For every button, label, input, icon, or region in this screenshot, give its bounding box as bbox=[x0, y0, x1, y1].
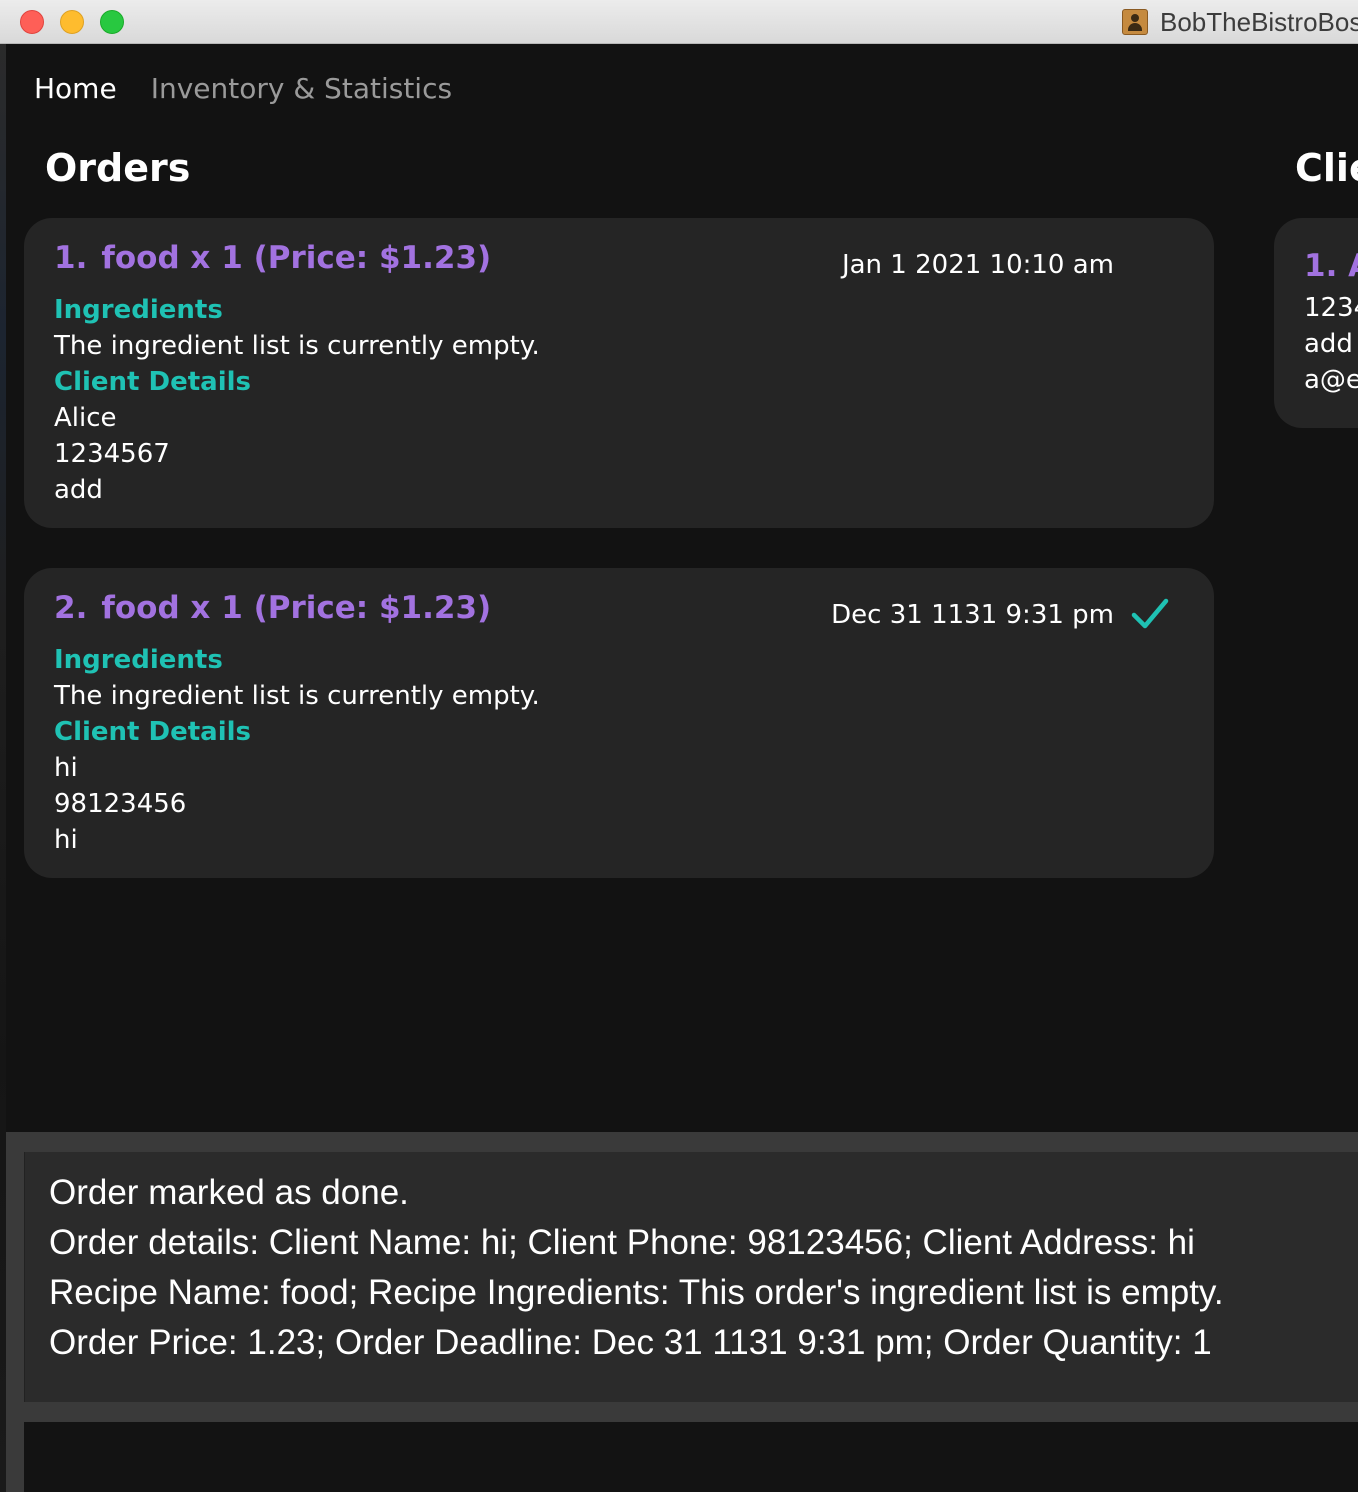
client-index: 1. bbox=[1304, 248, 1338, 284]
client-name: hi bbox=[54, 753, 78, 783]
menu-inventory-statistics[interactable]: Inventory & Statistics bbox=[151, 72, 452, 105]
close-window-button[interactable] bbox=[20, 10, 44, 34]
order-summary: food x 1 (Price: $1.23) bbox=[101, 590, 492, 626]
result-panel: Order marked as done. Order details: Cli… bbox=[6, 1132, 1358, 1492]
client-phone: 98123456 bbox=[54, 789, 187, 819]
title-bar[interactable]: BobTheBistroBos bbox=[0, 0, 1358, 44]
client-card[interactable]: 1. A 1234 add a@e bbox=[1274, 218, 1358, 428]
order-index: 2. bbox=[54, 590, 88, 626]
menu-home[interactable]: Home bbox=[34, 72, 117, 105]
ingredients-text: The ingredient list is currently empty. bbox=[54, 331, 540, 361]
command-input[interactable] bbox=[24, 1422, 1358, 1492]
client-address: hi bbox=[54, 825, 78, 855]
result-line: Order Price: 1.23; Order Deadline: Dec 3… bbox=[49, 1323, 1212, 1362]
client-address: add bbox=[54, 475, 103, 505]
order-index: 1. bbox=[54, 240, 88, 276]
order-card[interactable]: 1. food x 1 (Price: $1.23) Jan 1 2021 10:… bbox=[24, 218, 1214, 528]
client-info: 1234 add a@e bbox=[1304, 290, 1358, 398]
ingredients-label: Ingredients bbox=[54, 295, 223, 325]
window-title: BobTheBistroBos bbox=[1160, 6, 1358, 37]
result-display: Order marked as done. Order details: Cli… bbox=[24, 1152, 1358, 1402]
client-details-label: Client Details bbox=[54, 717, 252, 747]
client-name: A bbox=[1348, 248, 1358, 284]
client-name: Alice bbox=[54, 403, 117, 433]
ingredients-text: The ingredient list is currently empty. bbox=[54, 681, 540, 711]
ingredients-label: Ingredients bbox=[54, 645, 223, 675]
clients-title: Clie bbox=[1295, 146, 1358, 190]
client-phone: 1234 bbox=[1304, 293, 1358, 323]
client-header: 1. A bbox=[1304, 248, 1358, 284]
order-summary: food x 1 (Price: $1.23) bbox=[101, 240, 492, 276]
client-phone: 1234567 bbox=[54, 439, 170, 469]
main-content: Home Inventory & Statistics Orders Clie … bbox=[6, 44, 1358, 1132]
result-line: Order marked as done. bbox=[49, 1173, 409, 1212]
contact-book-icon bbox=[1122, 9, 1148, 35]
client-address: add bbox=[1304, 329, 1353, 359]
order-header: 1. food x 1 (Price: $1.23) bbox=[54, 240, 491, 276]
client-details-label: Client Details bbox=[54, 367, 252, 397]
order-deadline: Jan 1 2021 10:10 am bbox=[841, 250, 1114, 280]
app-window: BobTheBistroBos Home Inventory & Statist… bbox=[0, 0, 1358, 1492]
minimize-window-button[interactable] bbox=[60, 10, 84, 34]
orders-title: Orders bbox=[45, 146, 191, 190]
order-header: 2. food x 1 (Price: $1.23) bbox=[54, 590, 491, 626]
order-details: Ingredients The ingredient list is curre… bbox=[54, 642, 540, 858]
menu-bar: Home Inventory & Statistics bbox=[34, 72, 452, 105]
result-text: Order marked as done. Order details: Cli… bbox=[49, 1168, 1224, 1368]
result-line: Recipe Name: food; Recipe Ingredients: T… bbox=[49, 1273, 1224, 1312]
order-deadline: Dec 31 1131 9:31 pm bbox=[831, 600, 1114, 630]
checkmark-icon bbox=[1131, 598, 1169, 629]
window-title-group: BobTheBistroBos bbox=[1122, 6, 1358, 37]
maximize-window-button[interactable] bbox=[100, 10, 124, 34]
result-line: Order details: Client Name: hi; Client P… bbox=[49, 1223, 1195, 1262]
order-details: Ingredients The ingredient list is curre… bbox=[54, 292, 540, 508]
order-card[interactable]: 2. food x 1 (Price: $1.23) Dec 31 1131 9:… bbox=[24, 568, 1214, 878]
client-email: a@e bbox=[1304, 365, 1358, 395]
